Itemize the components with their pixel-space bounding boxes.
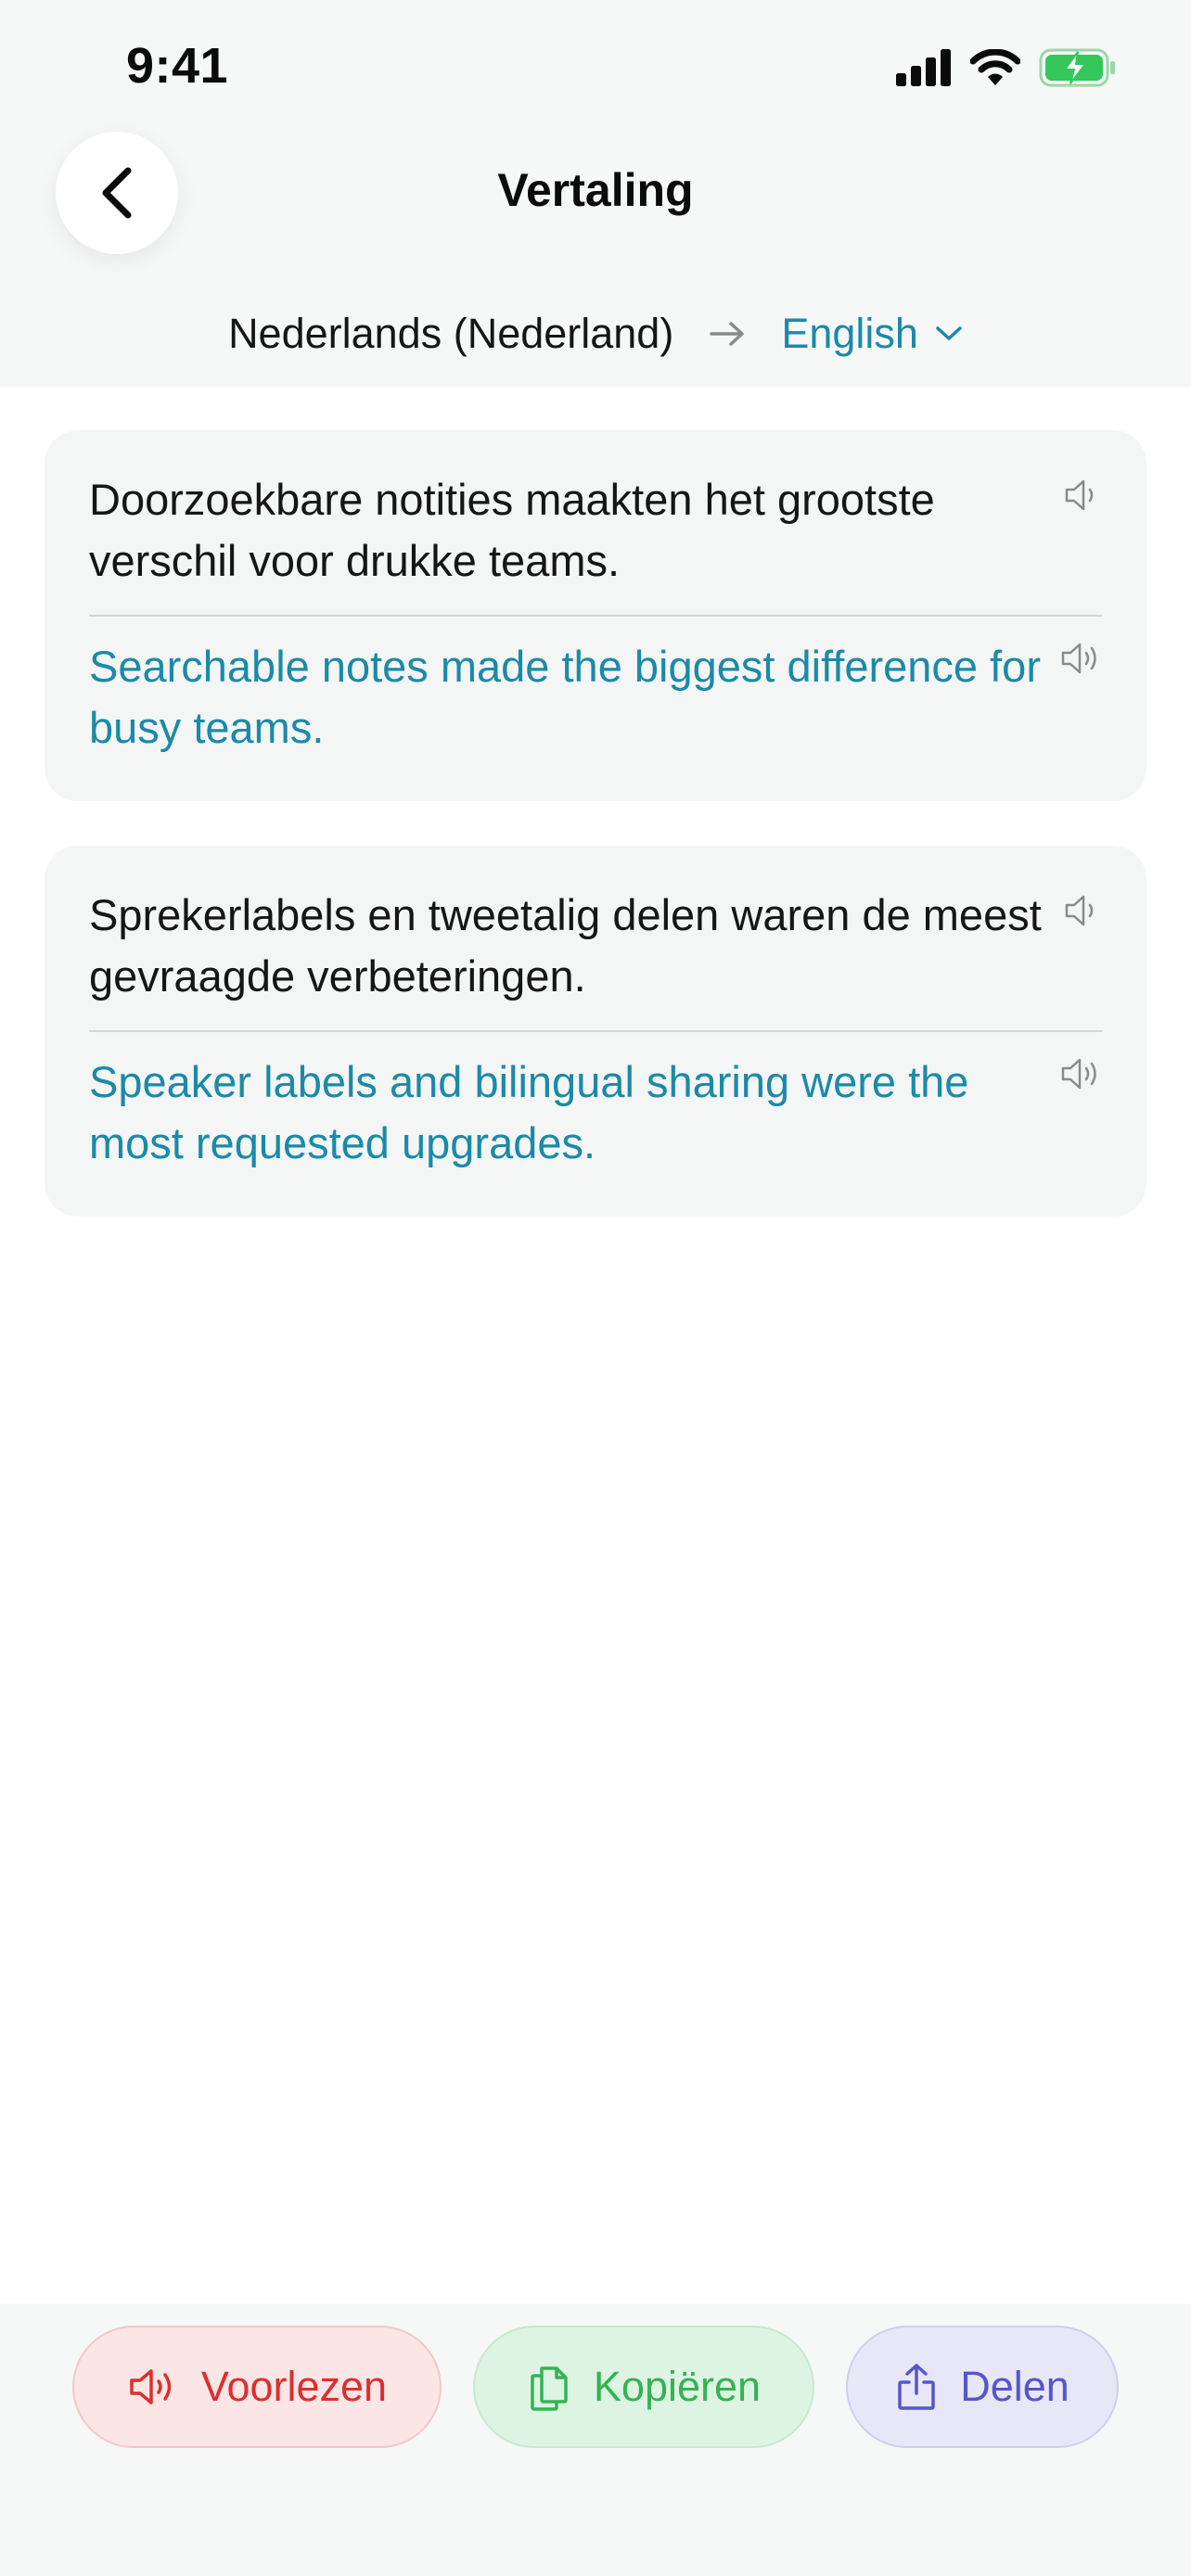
translated-text: Searchable notes made the biggest differ…: [89, 642, 1041, 752]
bottom-toolbar: Voorlezen Kopiëren Delen: [0, 2303, 1191, 2576]
chevron-down-icon: [936, 326, 962, 340]
read-aloud-button[interactable]: Voorlezen: [72, 2326, 442, 2448]
target-language: English: [781, 310, 918, 357]
share-label: Delen: [960, 2363, 1069, 2410]
arrow-right-icon: [709, 320, 746, 348]
signal-icon: [896, 49, 951, 86]
divider: [89, 615, 1102, 617]
speaker-icon[interactable]: [1059, 1055, 1100, 1092]
source-language[interactable]: Nederlands (Nederland): [228, 304, 673, 363]
speaker-icon: [130, 2369, 172, 2404]
speaker-icon[interactable]: [1063, 892, 1104, 929]
status-time: 9:41: [126, 38, 229, 94]
share-button[interactable]: Delen: [846, 2326, 1119, 2448]
speaker-icon[interactable]: [1063, 477, 1104, 514]
status-icons: [896, 46, 1117, 89]
copy-button[interactable]: Kopiëren: [473, 2326, 814, 2448]
share-icon: [898, 2364, 935, 2410]
wifi-icon: [970, 49, 1020, 85]
language-selector: Nederlands (Nederland) English: [0, 304, 1191, 363]
battery-charging-icon: [1039, 48, 1115, 87]
copy-label: Kopiëren: [593, 2363, 762, 2410]
target-language-dropdown[interactable]: English: [781, 304, 963, 363]
speaker-icon[interactable]: [1059, 640, 1100, 677]
header: 9:41 Vertaling Nederlands (Nederland) En…: [0, 0, 1191, 388]
source-text: Sprekerlabels en tweetalig delen waren d…: [89, 890, 1042, 1001]
page-title: Vertaling: [497, 164, 694, 216]
translation-card: Sprekerlabels en tweetalig delen waren d…: [45, 846, 1146, 1217]
translated-text: Speaker labels and bilingual sharing wer…: [89, 1057, 969, 1167]
read-aloud-label: Voorlezen: [200, 2363, 388, 2410]
source-text: Doorzoekbare notities maakten het groots…: [89, 475, 935, 585]
translation-card: Doorzoekbare notities maakten het groots…: [45, 430, 1146, 801]
divider: [89, 1030, 1102, 1032]
copy-icon: [531, 2366, 568, 2411]
